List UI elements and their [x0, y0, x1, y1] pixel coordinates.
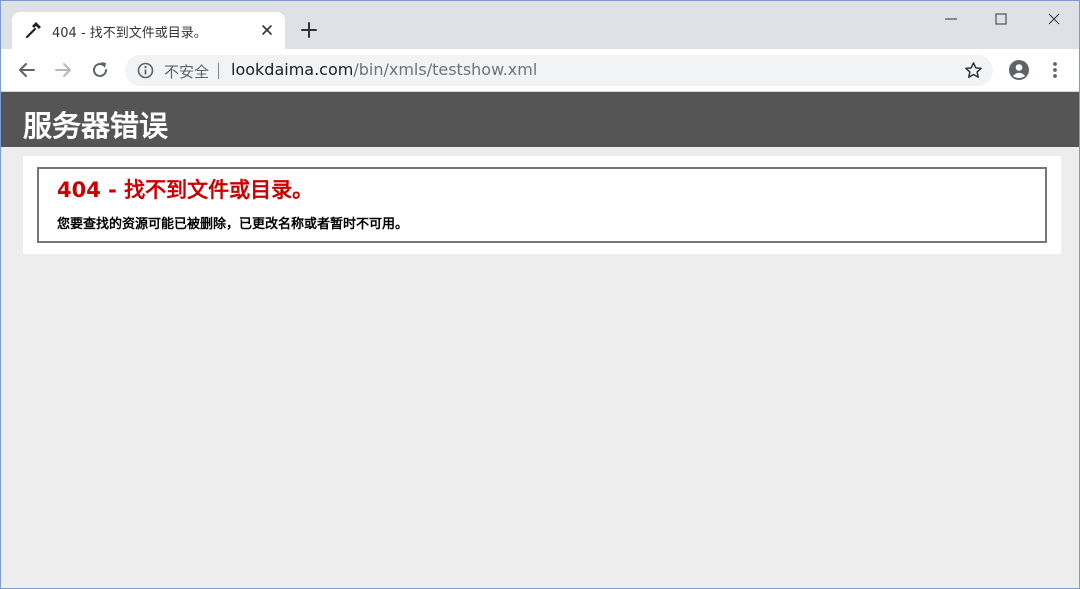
new-tab-icon[interactable]	[299, 20, 319, 40]
page-title: 服务器错误	[23, 109, 169, 143]
tab-close-icon[interactable]	[258, 21, 276, 39]
minimize-button[interactable]	[926, 1, 976, 35]
info-icon[interactable]	[137, 62, 154, 79]
address-bar[interactable]: 不安全 lookdaima.com/bin/xmls/testshow.xml	[125, 55, 993, 86]
maximize-icon	[995, 13, 1007, 25]
minimize-icon	[945, 18, 957, 20]
back-arrow-icon[interactable]	[16, 59, 38, 81]
url-path: /bin/xmls/testshow.xml	[353, 60, 538, 79]
tab-strip: 404 - 找不到文件或目录。	[1, 1, 1079, 49]
security-label[interactable]: 不安全	[164, 61, 209, 82]
browser-toolbar: 不安全 lookdaima.com/bin/xmls/testshow.xml	[1, 49, 1079, 92]
close-window-button[interactable]	[1029, 1, 1079, 35]
browser-window: 404 - 找不到文件或目录。 不安全 lookdaima.com/bin/xm…	[0, 0, 1080, 589]
tab-active[interactable]: 404 - 找不到文件或目录。	[12, 12, 285, 49]
close-icon	[1048, 13, 1060, 25]
address-separator	[218, 63, 219, 79]
url-text[interactable]: lookdaima.com/bin/xmls/testshow.xml	[231, 60, 537, 79]
hammer-icon	[24, 21, 42, 39]
error-description: 您要查找的资源可能已被删除，已更改名称或者暂时不可用。	[57, 217, 409, 232]
tab-title: 404 - 找不到文件或目录。	[52, 26, 207, 41]
reload-icon[interactable]	[89, 59, 111, 81]
error-panel: 404 - 找不到文件或目录。 您要查找的资源可能已被删除，已更改名称或者暂时不…	[37, 167, 1047, 243]
content-box: 404 - 找不到文件或目录。 您要查找的资源可能已被删除，已更改名称或者暂时不…	[23, 156, 1061, 254]
page-header: 服务器错误	[1, 92, 1079, 147]
maximize-button[interactable]	[976, 1, 1026, 35]
account-icon[interactable]	[1008, 59, 1030, 81]
error-title: 404 - 找不到文件或目录。	[57, 178, 314, 202]
url-domain: lookdaima.com	[231, 60, 354, 79]
forward-arrow-icon[interactable]	[52, 59, 74, 81]
more-menu-icon[interactable]	[1045, 59, 1065, 81]
bookmark-star-icon[interactable]	[964, 61, 983, 80]
